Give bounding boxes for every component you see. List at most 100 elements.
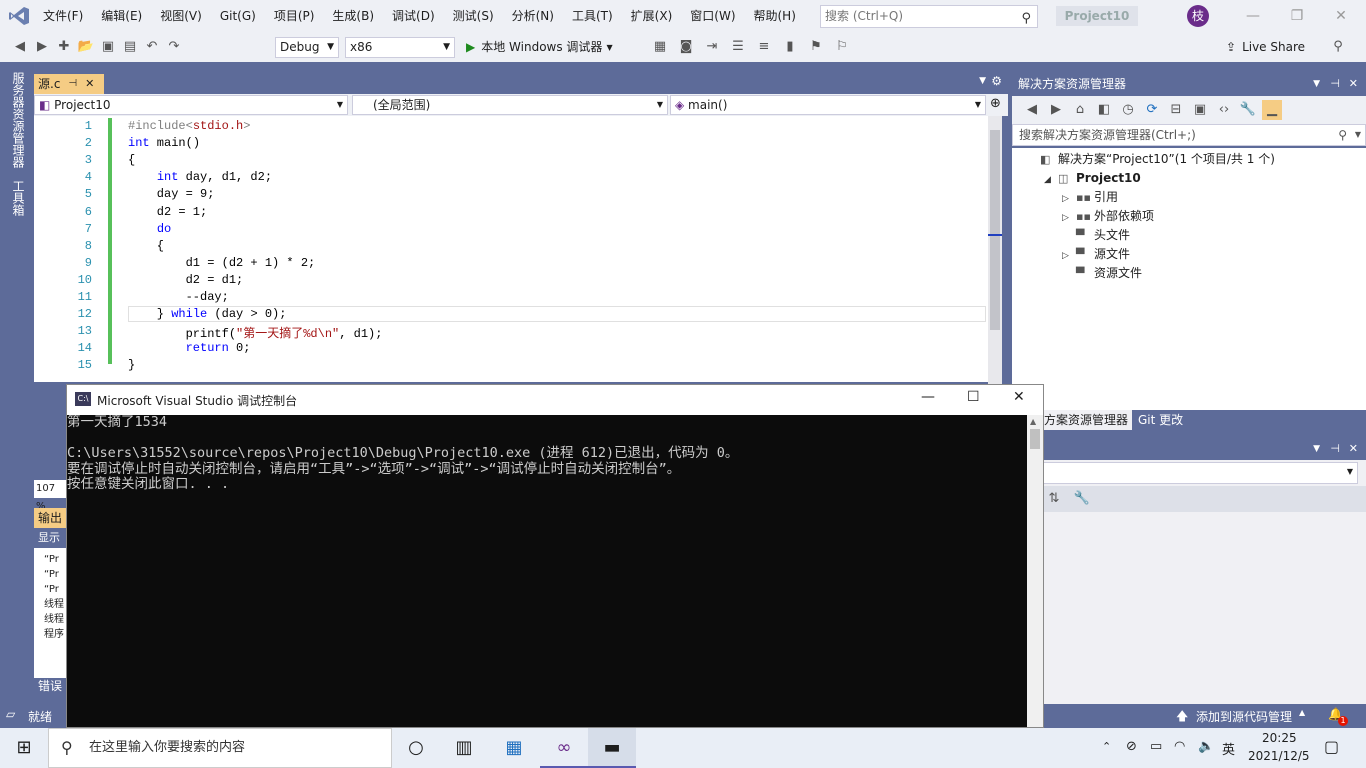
scroll-up-icon[interactable]: ▲ xyxy=(1030,417,1036,426)
tree-item[interactable]: ◧ 解决方案“Project10”(1 个项目/共 1 个) xyxy=(1026,150,1275,169)
tree-item[interactable]: ▀ 头文件 xyxy=(1062,226,1130,245)
window-menu-icon[interactable]: ▼ xyxy=(1313,444,1320,454)
switch-view-icon[interactable]: ◧ xyxy=(1094,100,1114,120)
menu-item[interactable]: 分析(N) xyxy=(503,0,563,32)
debug-console-window[interactable]: C:\ Microsoft Visual Studio 调试控制台 — ☐ ✕ … xyxy=(66,384,1044,728)
code-icon[interactable]: ‹› xyxy=(1214,100,1234,120)
split-icon[interactable]: ⊕ xyxy=(990,96,1001,111)
forward-icon[interactable]: ▶ xyxy=(1046,100,1066,120)
tab-source-file[interactable]: 源.c ⊣ ✕ xyxy=(34,74,104,94)
history-icon[interactable]: ◷ xyxy=(1118,100,1138,120)
menu-item[interactable]: 扩展(X) xyxy=(622,0,682,32)
menu-item[interactable]: 帮助(H) xyxy=(745,0,805,32)
maximize-icon[interactable]: ❐ xyxy=(1282,4,1312,28)
avatar[interactable]: 枝 xyxy=(1187,5,1209,27)
tree-item[interactable]: ▀ 资源文件 xyxy=(1062,264,1142,283)
volume-icon[interactable]: 🔈 xyxy=(1198,739,1214,754)
expand-icon[interactable]: ◢ xyxy=(1044,171,1058,190)
tree-item[interactable]: ▷ ▪▪ 外部依赖项 xyxy=(1062,207,1154,226)
sync-icon[interactable]: ⟳ xyxy=(1142,100,1162,120)
search-input[interactable]: 搜索 (Ctrl+Q) ⚲ xyxy=(820,5,1038,28)
menu-item[interactable]: 测试(S) xyxy=(444,0,503,32)
start-debug-button[interactable]: ▶ 本地 Windows 调试器 ▼ xyxy=(466,37,613,58)
solution-explorer-search-input[interactable]: 搜索解决方案资源管理器(Ctrl+;) ⚲ ▼ xyxy=(1012,124,1366,146)
menu-item[interactable]: 窗口(W) xyxy=(681,0,744,32)
indent-icon[interactable]: ☰ xyxy=(728,37,748,57)
platform-select[interactable]: x86 ▼ xyxy=(345,37,455,58)
close-icon[interactable]: ✕ xyxy=(1326,4,1356,28)
scroll-thumb[interactable] xyxy=(990,130,1000,330)
live-share-button[interactable]: ⇪ Live Share xyxy=(1226,37,1305,58)
minimize-icon[interactable]: — xyxy=(1238,4,1268,28)
project-dropdown[interactable]: ◧ Project10 ▼ xyxy=(34,95,348,115)
tab-output[interactable]: 输出 xyxy=(34,508,66,528)
tab-error-list[interactable]: 错误 xyxy=(34,676,66,696)
menu-item[interactable]: 项目(P) xyxy=(265,0,324,32)
zoom-level[interactable]: 107 % xyxy=(34,480,66,512)
comment-icon[interactable]: ≡ xyxy=(754,37,774,57)
config-select[interactable]: Debug ▼ xyxy=(275,37,339,58)
menu-item[interactable]: 文件(F) xyxy=(34,0,92,32)
pin-icon[interactable]: ⊣ xyxy=(68,74,77,94)
security-icon[interactable]: ⊘ xyxy=(1126,739,1137,754)
tree-item[interactable]: ◢ ◫ Project10 xyxy=(1044,169,1141,188)
console-taskbar-icon[interactable]: ▬ xyxy=(588,728,636,768)
visual-studio-taskbar-icon[interactable]: ∞ xyxy=(540,728,588,768)
tab-list-icon[interactable]: ▼ xyxy=(979,76,986,86)
pin-icon[interactable]: ⊣ xyxy=(1330,74,1340,94)
back-icon[interactable]: ◀ xyxy=(1022,100,1042,120)
properties-icon[interactable]: 🔧 xyxy=(1238,100,1258,120)
minimize-icon[interactable]: — xyxy=(921,389,935,405)
taskbar-search-input[interactable]: ⚲ 在这里输入你要搜索的内容 xyxy=(48,728,392,768)
tab-solution-explorer[interactable]: 方案资源管理器 xyxy=(1040,410,1133,430)
window-menu-icon[interactable]: ▼ xyxy=(1313,74,1320,94)
screenshot-icon[interactable]: ◙ xyxy=(676,37,696,57)
menu-item[interactable]: 视图(V) xyxy=(151,0,211,32)
save-all-icon[interactable]: ▤ xyxy=(120,37,140,57)
menu-item[interactable]: 编辑(E) xyxy=(92,0,151,32)
editor-vertical-scrollbar[interactable] xyxy=(988,116,1002,384)
ime-indicator[interactable]: 英 xyxy=(1222,739,1235,758)
close-icon[interactable]: ✕ xyxy=(1349,442,1358,455)
bookmark-next-icon[interactable]: ⚐ xyxy=(832,37,852,57)
tree-item[interactable]: ▷ ▪▪ 引用 xyxy=(1062,188,1118,207)
nav-back-icon[interactable]: ◀ xyxy=(10,37,30,57)
task-view-icon[interactable]: ▥ xyxy=(440,728,488,768)
member-dropdown[interactable]: ◈ main() ▼ xyxy=(670,95,986,115)
menu-item[interactable]: 工具(T) xyxy=(563,0,622,32)
chevron-up-icon[interactable]: ⌃ xyxy=(1102,740,1111,753)
collapse-all-icon[interactable]: ⊟ xyxy=(1166,100,1186,120)
store-icon[interactable]: ▦ xyxy=(490,728,538,768)
menu-item[interactable]: Git(G) xyxy=(211,0,265,32)
console-scrollbar[interactable]: ▲ xyxy=(1027,415,1043,727)
property-pages-icon[interactable]: 🔧 xyxy=(1072,489,1092,509)
bookmark-icon[interactable]: ▮ xyxy=(780,37,800,57)
windows-start-icon[interactable]: ⊞ xyxy=(0,728,48,768)
code-editor[interactable]: 1 #include<stdio.h> 2 int main() 3 {4 int day… xyxy=(34,116,988,382)
settings-icon[interactable]: ⚙ xyxy=(991,74,1002,88)
tree-item[interactable]: ▷ ▀ 源文件 xyxy=(1062,245,1130,264)
action-center-icon[interactable]: ▢ xyxy=(1324,737,1339,756)
toolbox-tab[interactable]: 工具箱 xyxy=(10,180,27,216)
menu-item[interactable]: 生成(B) xyxy=(323,0,383,32)
save-icon[interactable]: ▣ xyxy=(98,37,118,57)
menu-item[interactable]: 调试(D) xyxy=(383,0,444,32)
cortana-icon[interactable]: ○ xyxy=(392,728,440,768)
undo-icon[interactable]: ↶ xyxy=(142,37,162,57)
bookmark-prev-icon[interactable]: ⚑ xyxy=(806,37,826,57)
open-folder-icon[interactable]: 📂 xyxy=(76,37,96,57)
close-icon[interactable]: ✕ xyxy=(1013,389,1025,405)
step-icon[interactable]: ⇥ xyxy=(702,37,722,57)
server-explorer-tab[interactable]: 服务器资源管理器 xyxy=(10,72,27,168)
redo-icon[interactable]: ↷ xyxy=(164,37,184,57)
wifi-icon[interactable]: ◠ xyxy=(1174,739,1185,754)
add-to-source-control-button[interactable]: 添加到源代码管理 xyxy=(1196,708,1292,725)
home-icon[interactable]: ⌂ xyxy=(1070,100,1090,120)
sort-alpha-icon[interactable]: ⇅ xyxy=(1044,489,1064,509)
folder-icon[interactable]: ▦ xyxy=(650,37,670,57)
scope-dropdown[interactable]: (全局范围) ▼ xyxy=(352,95,668,115)
show-all-files-icon[interactable]: ▣ xyxy=(1190,100,1210,120)
properties-object-select[interactable]: ▼ xyxy=(1042,462,1358,484)
new-item-icon[interactable]: ✚ xyxy=(54,37,74,57)
nav-forward-icon[interactable]: ▶ xyxy=(32,37,52,57)
